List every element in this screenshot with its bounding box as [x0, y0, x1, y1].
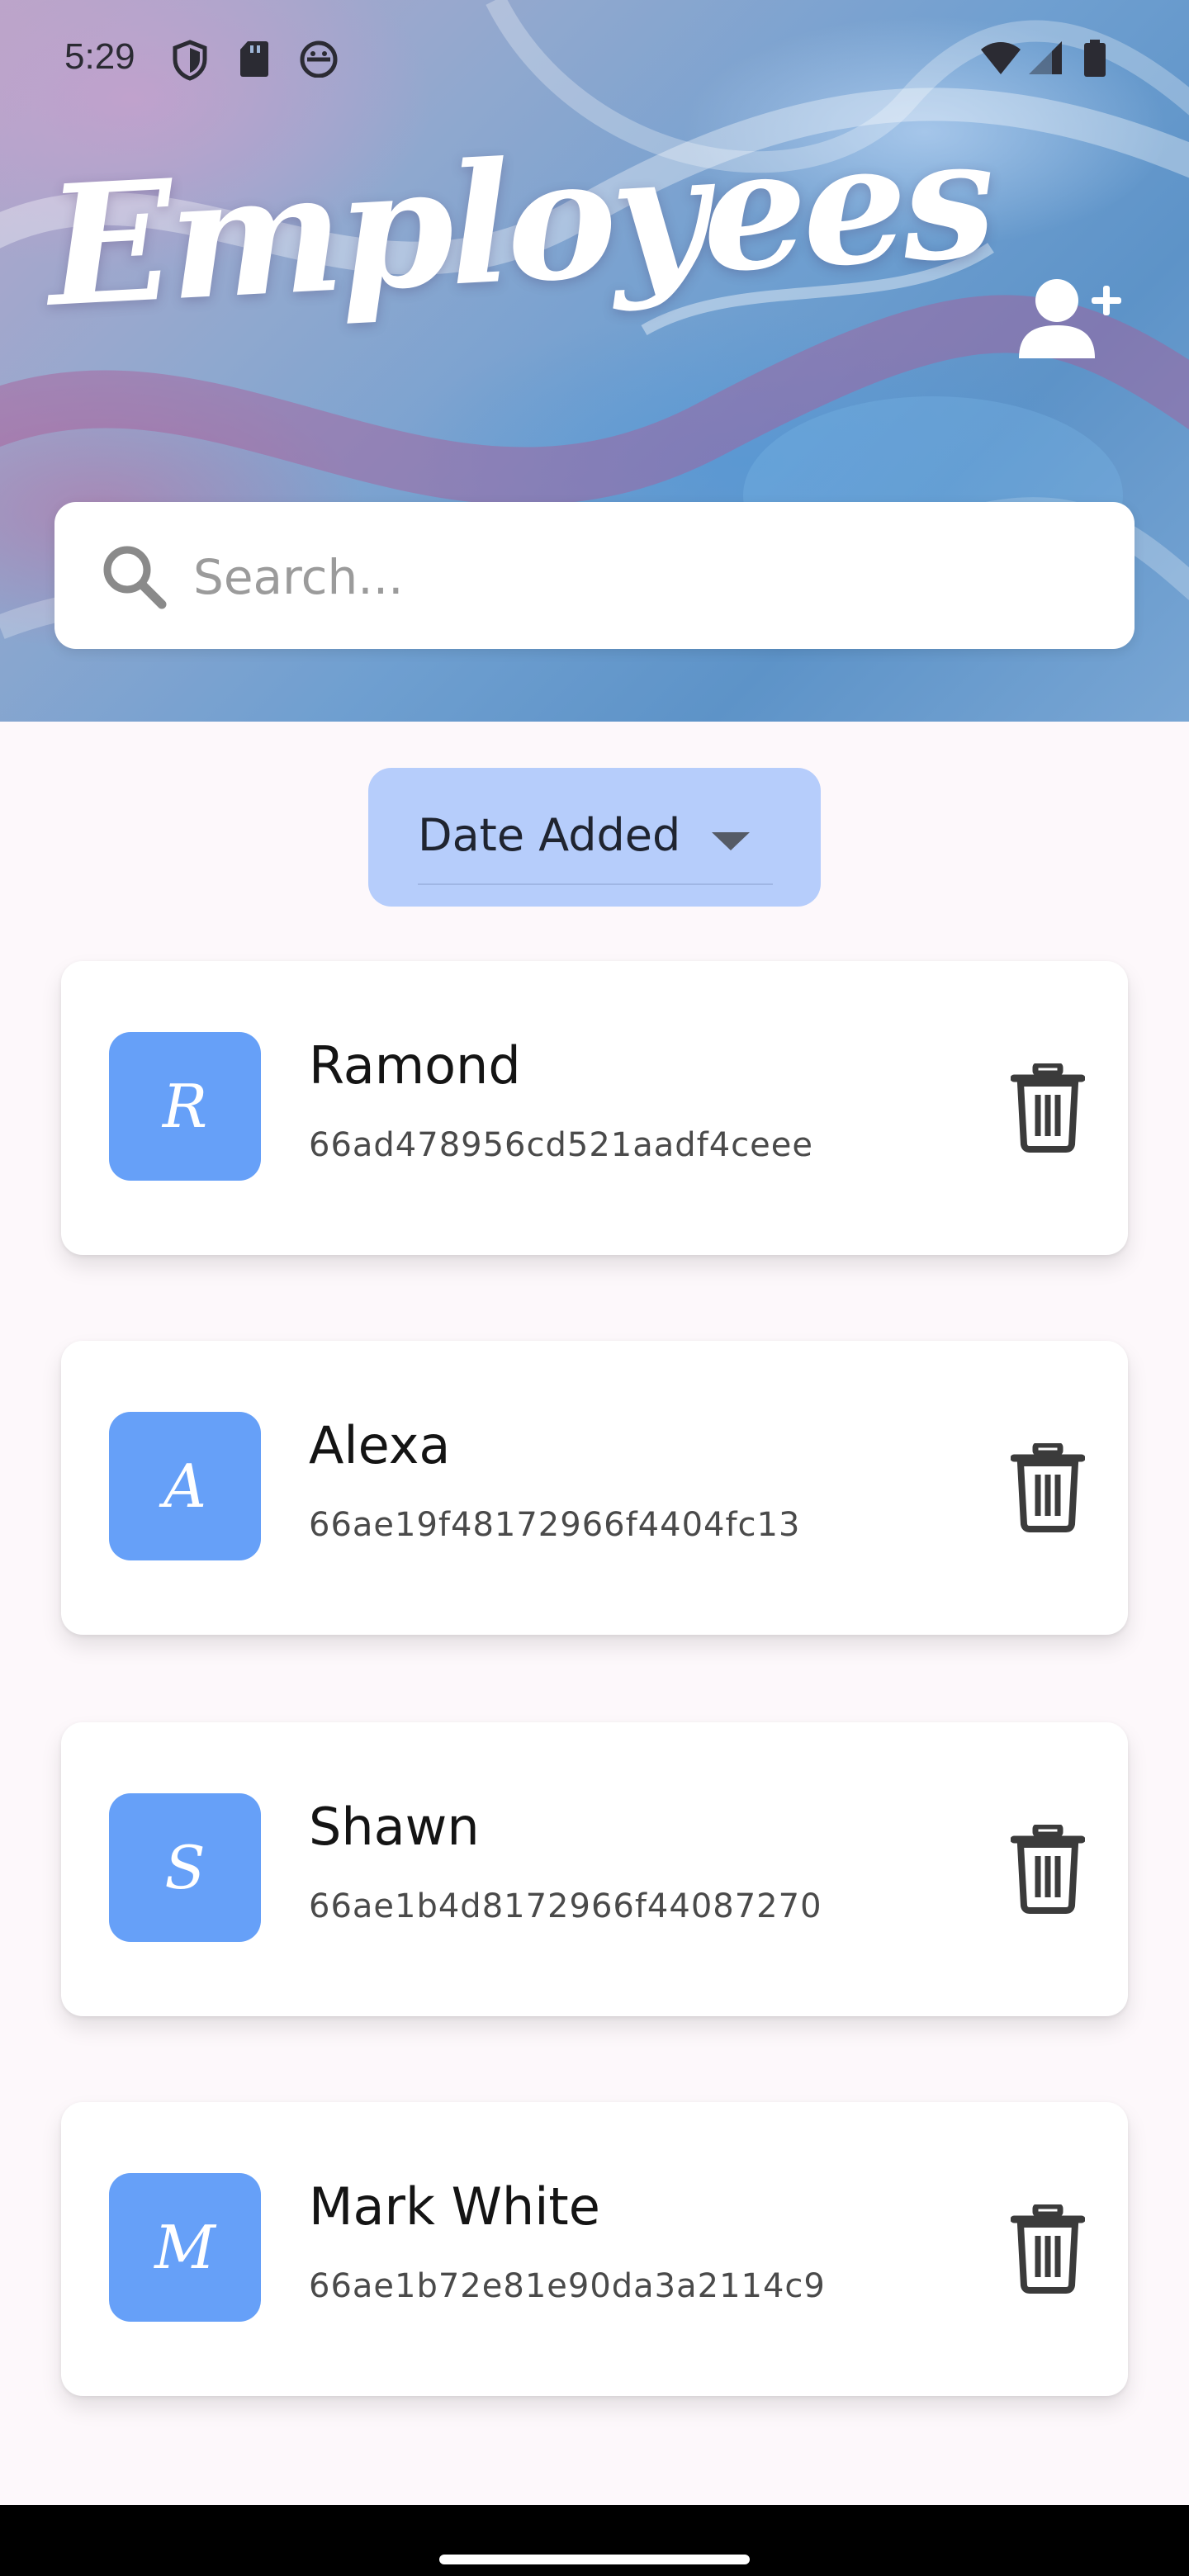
- employee-avatar: A: [109, 1412, 261, 1560]
- search-bar[interactable]: [54, 502, 1135, 649]
- header-banner: 5:29 Employees: [0, 0, 1189, 722]
- employee-id: 66ae19f48172966f4404fc13: [309, 1506, 801, 1544]
- employee-name: Shawn: [309, 1797, 480, 1857]
- delete-employee-button[interactable]: [1010, 1062, 1086, 1153]
- delete-employee-button[interactable]: [1010, 1823, 1086, 1914]
- status-bar: 5:29: [0, 0, 1189, 124]
- sort-underline: [418, 883, 773, 885]
- trash-icon: [1010, 1823, 1086, 1914]
- trash-icon: [1010, 1442, 1086, 1532]
- employee-card[interactable]: S Shawn 66ae1b4d8172966f44087270: [61, 1722, 1128, 2016]
- add-user-icon: [1019, 279, 1121, 358]
- android-debug-icon: [300, 40, 338, 78]
- employee-id: 66ae1b4d8172966f44087270: [309, 1887, 822, 1925]
- shield-icon: [173, 40, 207, 81]
- trash-icon: [1010, 2203, 1086, 2294]
- signal-icon: [1029, 41, 1062, 74]
- delete-employee-button[interactable]: [1010, 1442, 1086, 1532]
- chevron-down-icon: [712, 832, 750, 850]
- employee-name: Alexa: [309, 1415, 451, 1475]
- search-input[interactable]: [192, 535, 1087, 619]
- wifi-icon: [981, 42, 1021, 74]
- add-employee-button[interactable]: [1016, 272, 1123, 372]
- employee-id: 66ad478956cd521aadf4ceee: [309, 1126, 813, 1164]
- delete-employee-button[interactable]: [1010, 2203, 1086, 2294]
- home-indicator[interactable]: [439, 2555, 750, 2564]
- employee-avatar: M: [109, 2173, 261, 2322]
- status-time: 5:29: [64, 36, 135, 77]
- employee-id: 66ae1b72e81e90da3a2114c9: [309, 2267, 826, 2305]
- employee-avatar: S: [109, 1793, 261, 1942]
- sort-dropdown[interactable]: Date Added: [368, 768, 821, 907]
- search-icon: [103, 546, 167, 609]
- battery-icon: [1084, 40, 1106, 77]
- trash-icon: [1010, 1062, 1086, 1153]
- employee-card[interactable]: M Mark White 66ae1b72e81e90da3a2114c9: [61, 2102, 1128, 2396]
- employee-card[interactable]: A Alexa 66ae19f48172966f4404fc13: [61, 1341, 1128, 1635]
- employee-avatar: R: [109, 1032, 261, 1181]
- sort-selected-label: Date Added: [418, 809, 681, 861]
- employee-card[interactable]: R Ramond 66ad478956cd521aadf4ceee: [61, 961, 1128, 1255]
- employee-name: Mark White: [309, 2176, 600, 2237]
- sd-card-icon: [240, 41, 268, 77]
- navigation-bar: [0, 2505, 1189, 2576]
- employee-name: Ramond: [309, 1035, 521, 1096]
- page-title: Employees: [42, 101, 996, 344]
